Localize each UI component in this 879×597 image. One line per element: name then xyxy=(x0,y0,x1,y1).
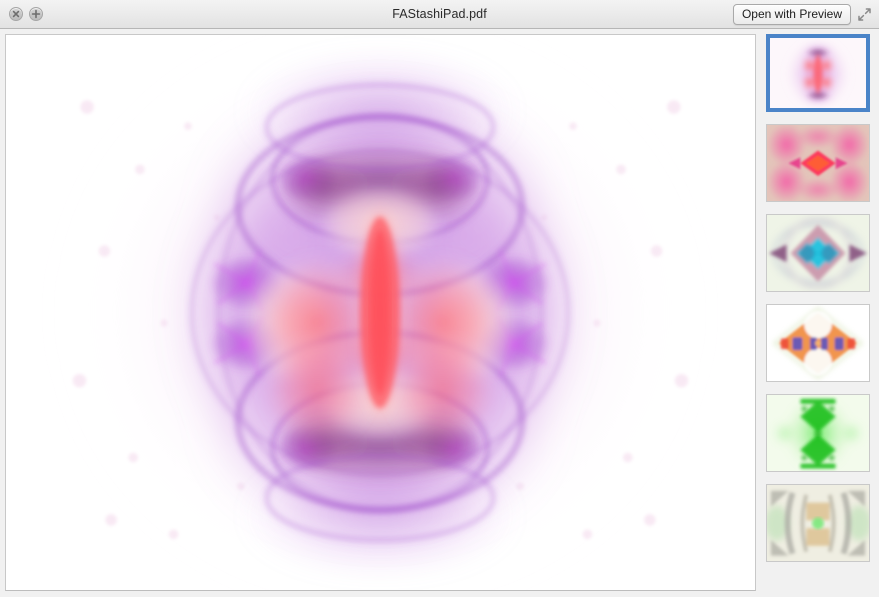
thumbnail-1-artwork xyxy=(769,38,866,108)
page-view[interactable] xyxy=(5,34,756,591)
expand-arrows-icon xyxy=(858,7,871,21)
thumb4-canvas xyxy=(766,305,869,381)
titlebar-actions: Open with Preview xyxy=(732,3,879,25)
window-controls xyxy=(0,7,43,21)
thumb1-canvas xyxy=(769,38,866,108)
thumbnail-page-1[interactable] xyxy=(765,34,870,112)
thumb2-canvas xyxy=(766,125,869,201)
thumbnail-page-5[interactable] xyxy=(765,394,870,472)
thumbnail-3-artwork xyxy=(766,215,869,291)
open-with-preview-button[interactable]: Open with Preview xyxy=(732,3,851,25)
thumbnail-5-artwork xyxy=(766,395,869,471)
thumbnail-page-2[interactable] xyxy=(765,124,870,202)
thumbnail-page-3[interactable] xyxy=(765,214,870,292)
fullscreen-button[interactable] xyxy=(857,7,872,22)
central-flame xyxy=(349,199,411,426)
close-icon xyxy=(12,10,20,18)
page-artwork xyxy=(6,35,755,590)
thumbnail-2-artwork xyxy=(766,125,869,201)
thumbnail-page-4[interactable] xyxy=(765,304,870,382)
thumbnail-4-artwork xyxy=(766,305,869,381)
window-titlebar: FAStashiPad.pdf Open with Preview xyxy=(0,0,879,29)
thumb3-canvas xyxy=(766,215,869,291)
plus-icon xyxy=(31,9,41,19)
window-content xyxy=(0,29,879,597)
thumb5-canvas xyxy=(766,395,869,471)
thumb6-canvas xyxy=(766,485,869,561)
document-preview-window: FAStashiPad.pdf Open with Preview xyxy=(0,0,879,597)
thumbnail-6-artwork xyxy=(766,485,869,561)
thumbnail-sidebar[interactable] xyxy=(756,29,879,597)
fractal-canvas xyxy=(19,35,742,590)
thumbnail-page-6[interactable] xyxy=(765,484,870,562)
zoom-button[interactable] xyxy=(29,7,43,21)
close-button[interactable] xyxy=(9,7,23,21)
